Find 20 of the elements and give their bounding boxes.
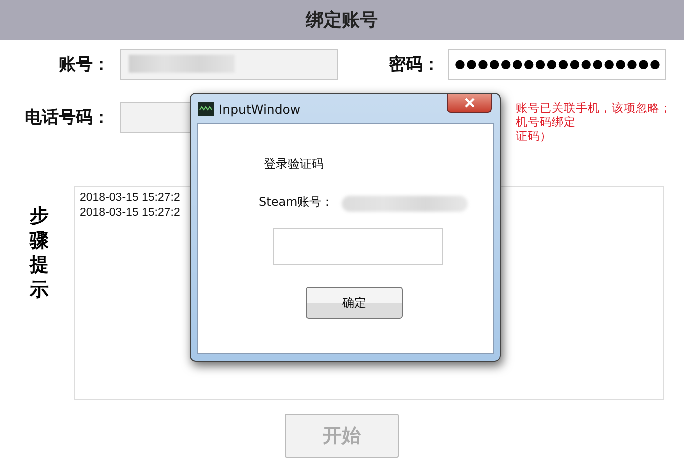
note-text: 账号已关联手机，该项忽略；	[516, 101, 672, 115]
ok-button[interactable]: 确定	[306, 287, 403, 319]
page-title: 绑定账号	[306, 9, 378, 32]
app-icon	[198, 102, 214, 116]
dialog-title: InputWindow	[219, 102, 301, 116]
account-field[interactable]	[120, 48, 338, 80]
log-line: 2018-03-15 15:27:2	[80, 206, 180, 221]
code-input-field[interactable]	[273, 228, 443, 265]
account-label: 账号：	[58, 54, 110, 76]
password-field[interactable]: ●●●●●●●●●●●●●●●●●●	[448, 48, 666, 80]
close-button[interactable]	[447, 94, 492, 113]
note-text: 机号码绑定	[516, 115, 576, 129]
dialog-heading: 登录验证码	[264, 156, 324, 173]
note-text: 证码）	[516, 129, 552, 143]
close-icon	[464, 98, 476, 108]
log-line: 2018-03-15 15:27:2	[80, 191, 180, 206]
steps-label: 步骤提示	[30, 204, 49, 304]
phone-label: 电话号码：	[24, 106, 110, 128]
steam-account-label: Steam账号：	[259, 194, 334, 211]
password-label: 密码：	[388, 54, 440, 76]
